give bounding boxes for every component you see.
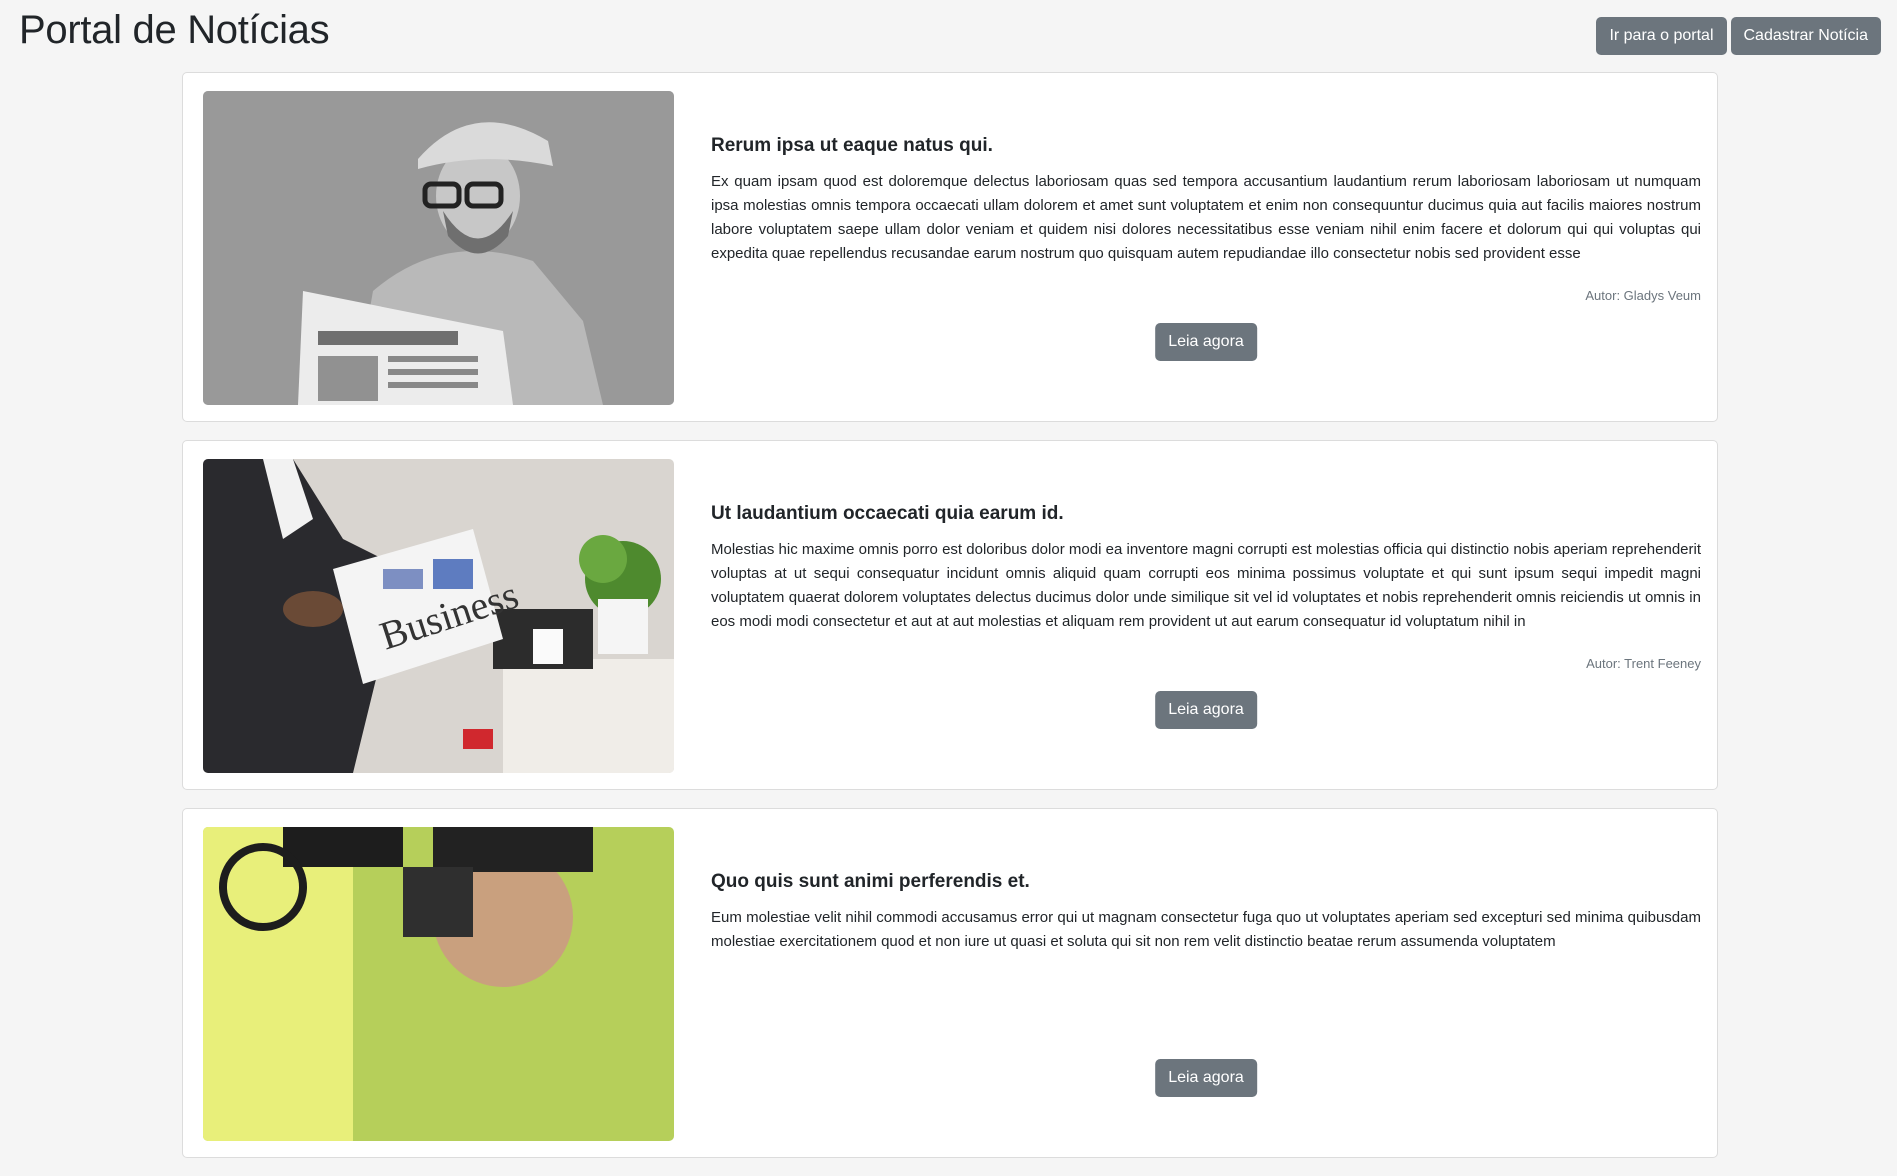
portal-button[interactable]: Ir para o portal <box>1596 17 1727 55</box>
page-header: Portal de Notícias Ir para o portal Cada… <box>0 0 1897 64</box>
register-news-button[interactable]: Cadastrar Notícia <box>1730 17 1881 55</box>
news-title: Ut laudantium occaecati quia earum id. <box>711 503 1064 524</box>
news-content: Quo quis sunt animi perferendis et. Eum … <box>711 809 1701 1157</box>
header-actions: Ir para o portal Cadastrar Notícia <box>1596 17 1881 55</box>
news-text: Eum molestiae velit nihil commodi accusa… <box>711 909 1701 950</box>
news-title: Quo quis sunt animi perferendis et. <box>711 871 1030 892</box>
news-image <box>203 827 674 1141</box>
news-card: Quo quis sunt animi perferendis et. Eum … <box>182 808 1718 1158</box>
news-author: Autor: Trent Feeney <box>1586 656 1701 671</box>
news-card: Business Ut laudantium occaecati quia ea… <box>182 440 1718 790</box>
news-card: Rerum ipsa ut eaque natus qui. Ex quam i… <box>182 72 1718 422</box>
news-image <box>203 91 674 405</box>
news-image: Business <box>203 459 674 773</box>
news-title: Rerum ipsa ut eaque natus qui. <box>711 135 993 156</box>
site-title: Portal de Notícias <box>19 8 330 52</box>
news-text: Ex quam ipsam quod est doloremque delect… <box>711 173 1701 262</box>
read-now-button[interactable]: Leia agora <box>1155 1059 1257 1097</box>
news-text: Molestias hic maxime omnis porro est dol… <box>711 541 1701 630</box>
news-author: Autor: Gladys Veum <box>1585 288 1701 303</box>
news-content: Ut laudantium occaecati quia earum id. M… <box>711 441 1701 789</box>
read-now-button[interactable]: Leia agora <box>1155 323 1257 361</box>
news-content: Rerum ipsa ut eaque natus qui. Ex quam i… <box>711 73 1701 421</box>
news-list: Rerum ipsa ut eaque natus qui. Ex quam i… <box>182 72 1718 1176</box>
read-now-button[interactable]: Leia agora <box>1155 691 1257 729</box>
